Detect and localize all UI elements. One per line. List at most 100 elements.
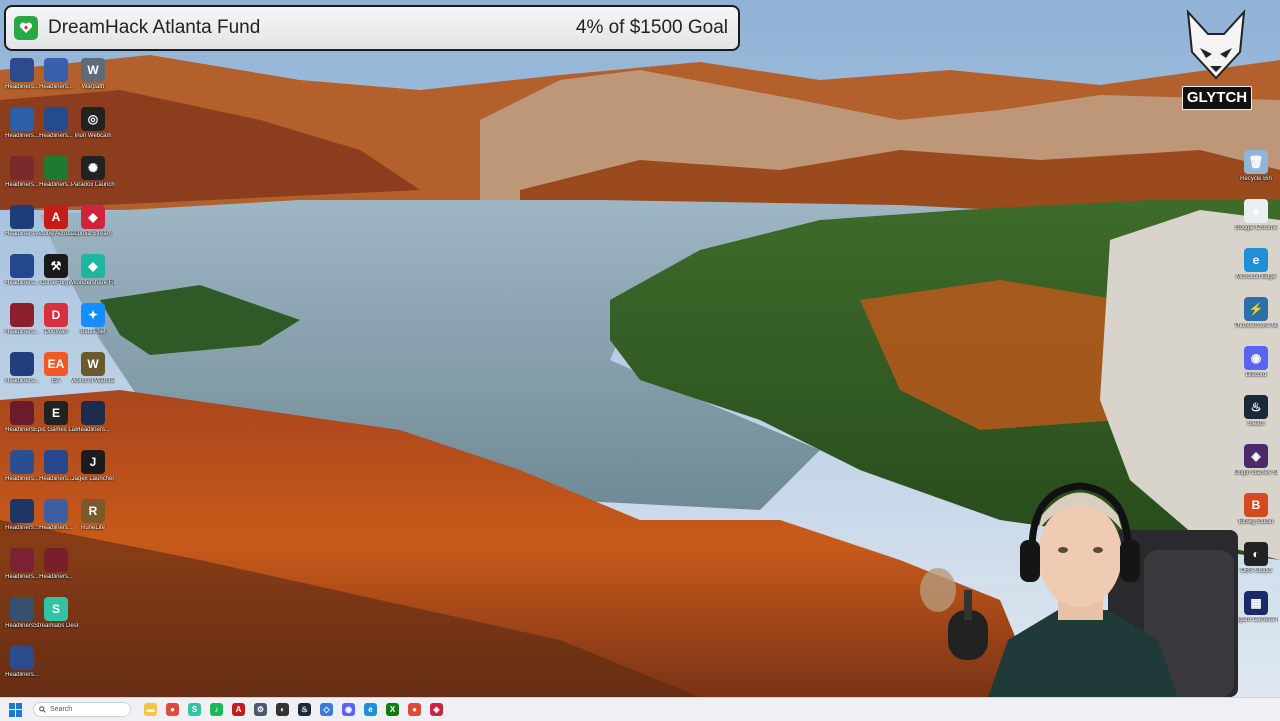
app-icon: S [44, 597, 68, 621]
taskbar-app-chrome-2[interactable]: ● [408, 703, 421, 716]
desktop-shortcut-label: Recycle Bin [1240, 176, 1272, 182]
desktop-shortcut-label: Steam [1247, 421, 1265, 427]
app-icon: ◉ [1244, 346, 1268, 370]
app-icon [81, 401, 105, 425]
app-icon [44, 156, 68, 180]
desktop-shortcut[interactable]: 🗑 Recycle Bin [1234, 150, 1278, 196]
app-icon: ♨ [1244, 395, 1268, 419]
app-icon: R [81, 499, 105, 523]
desktop-shortcut-label: RuneLite [80, 525, 106, 531]
desktop-shortcut-label: World of Warcraft [71, 378, 115, 384]
app-icon [10, 303, 34, 327]
desktop-shortcut[interactable]: W World of Warcraft [71, 352, 115, 398]
desktop-shortcut[interactable]: Headliners... [71, 401, 115, 447]
desktop-shortcut[interactable]: e Microsoft Edge [1234, 248, 1278, 294]
desktop-shortcut-label: Headliners... [5, 672, 39, 678]
desktop-shortcut[interactable]: Headliners... [0, 646, 44, 692]
desktop-shortcut[interactable]: R RuneLite [71, 499, 115, 545]
app-icon [10, 499, 34, 523]
desktop-shortcut-label: Microsoft Edge [1235, 274, 1277, 280]
app-icon [44, 58, 68, 82]
taskbar-app-file-explorer[interactable]: ▬ [144, 703, 157, 716]
desktop-shortcut[interactable]: ◎ Iriun Webcam [71, 107, 115, 153]
app-icon: J [81, 450, 105, 474]
desktop-shortcut-label: Wondershare Filmora 14 [71, 280, 115, 286]
app-icon [10, 450, 34, 474]
app-icon: ✺ [81, 156, 105, 180]
app-icon: EA [44, 352, 68, 376]
desktop-shortcut[interactable]: ◆ Wondershare Filmora 14 [71, 254, 115, 300]
app-icon: ◈ [1244, 444, 1268, 468]
app-icon [10, 646, 34, 670]
taskbar-app-settings[interactable]: ⚙ [254, 703, 267, 716]
app-icon [44, 107, 68, 131]
desktop-shortcut-label: Streamlabs Desktop [34, 623, 78, 629]
app-icon [10, 597, 34, 621]
fund-title: DreamHack Atlanta Fund [48, 17, 261, 38]
search-placeholder: Search [50, 706, 73, 713]
desktop-shortcut[interactable]: ✺ Paradox Launcher v2 [71, 156, 115, 202]
app-icon: ⚒ [44, 254, 68, 278]
webcam-overlay [908, 470, 1260, 697]
app-icon [44, 499, 68, 523]
taskbar-pinned-apps: ▬ ● S ♪ A ⚙ ◐ ♨ ◇ ◉ e X ● ◆ [135, 703, 443, 716]
taskbar-app-xbox[interactable]: X [386, 703, 399, 716]
desktop-shortcut[interactable]: ⚡ Thunderstore Mod Manager [1234, 297, 1278, 343]
heart-icon [14, 16, 38, 40]
app-icon [10, 352, 34, 376]
app-icon: ● [1244, 199, 1268, 223]
app-icon [44, 548, 68, 572]
desktop-shortcut[interactable]: W Warpath [71, 58, 115, 104]
fund-goal-banner: DreamHack Atlanta Fund 4% of $1500 Goal [4, 5, 740, 51]
windows-start-button[interactable] [9, 702, 23, 717]
taskbar-search-box[interactable]: Search [33, 702, 131, 717]
desktop-shortcut[interactable]: J Jagex Launcher [71, 450, 115, 496]
desktop-shortcut[interactable]: ◆ Lumia Stream [71, 205, 115, 251]
app-icon: 🗑 [1244, 150, 1268, 174]
app-icon [10, 401, 34, 425]
taskbar-app-discord[interactable]: ◉ [342, 703, 355, 716]
app-icon: ◆ [81, 254, 105, 278]
app-icon [10, 548, 34, 572]
app-icon [10, 205, 34, 229]
desktop-shortcut-label: Jagex Launcher [71, 476, 115, 482]
app-icon [10, 156, 34, 180]
taskbar-app-chrome[interactable]: ● [166, 703, 179, 716]
desktop-shortcut-label: Thunderstore Mod Manager [1234, 323, 1278, 329]
app-icon: ✦ [81, 303, 105, 327]
app-icon: A [44, 205, 68, 229]
taskbar-app-spotify[interactable]: ♪ [210, 703, 223, 716]
desktop-shortcut-label: Battle.net [80, 329, 106, 335]
app-icon [10, 107, 34, 131]
taskbar-app-edge[interactable]: e [364, 703, 377, 716]
app-icon [10, 58, 34, 82]
app-icon: W [81, 352, 105, 376]
desktop-shortcut-label: Iriun Webcam [74, 133, 112, 139]
fund-goal-status: 4% of $1500 Goal [575, 17, 728, 38]
app-icon: ⚡ [1244, 297, 1268, 321]
desktop-shortcut-label: Lumia Stream [74, 231, 112, 237]
taskbar-app-streamlabs[interactable]: S [188, 703, 201, 716]
app-icon: W [81, 58, 105, 82]
desktop-shortcut[interactable]: ✦ Battle.net [71, 303, 115, 349]
search-icon [39, 706, 46, 713]
taskbar-app-lumia[interactable]: ◆ [430, 703, 443, 716]
taskbar-app-steam[interactable]: ♨ [298, 703, 311, 716]
desktop-shortcut[interactable]: ♨ Steam [1234, 395, 1278, 441]
app-icon: D [44, 303, 68, 327]
desktop-shortcut-label: Paradox Launcher v2 [71, 182, 115, 188]
desktop-shortcut[interactable]: S Streamlabs Desktop [34, 597, 78, 643]
taskbar-app-acrobat[interactable]: A [232, 703, 245, 716]
desktop-shortcut-label: Discord [1245, 372, 1267, 378]
taskbar: Search ▬ ● S ♪ A ⚙ ◐ ♨ ◇ ◉ e X ● ◆ [0, 697, 1280, 721]
app-icon: ◆ [81, 205, 105, 229]
desktop-shortcut[interactable]: ● Google Chrome [1234, 199, 1278, 245]
fox-mascot-icon [1186, 9, 1246, 80]
desktop-shortcut-label: Warpath [81, 84, 105, 90]
desktop-shortcut[interactable]: ◉ Discord [1234, 346, 1278, 392]
taskbar-app-davinci[interactable]: ◇ [320, 703, 333, 716]
app-icon [44, 450, 68, 474]
taskbar-app-obs[interactable]: ◐ [276, 703, 289, 716]
desktop-shortcut[interactable]: Headliners... [34, 548, 78, 594]
app-icon: e [1244, 248, 1268, 272]
